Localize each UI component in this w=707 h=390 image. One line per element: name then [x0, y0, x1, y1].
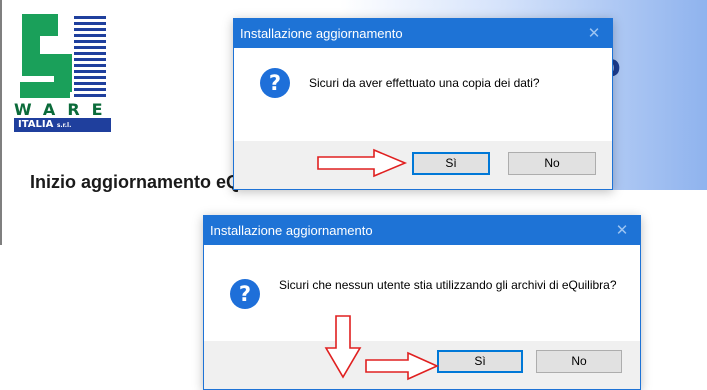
no-button[interactable]: No — [536, 350, 622, 373]
close-icon[interactable]: ✕ — [584, 19, 604, 48]
question-icon: ? — [260, 68, 290, 98]
dialog-body — [204, 245, 640, 343]
logo-band: ITALIA s.r.l. — [14, 118, 111, 132]
dialog-titlebar: Installazione aggiornamento ✕ — [204, 216, 640, 245]
dialog-title: Installazione aggiornamento — [240, 26, 403, 41]
dialog-titlebar: Installazione aggiornamento ✕ — [234, 19, 612, 48]
close-icon[interactable]: ✕ — [612, 216, 632, 245]
confirm-users-dialog: Installazione aggiornamento ✕ ? Sicuri c… — [203, 215, 641, 390]
yes-button[interactable]: Sì — [437, 350, 523, 373]
logo-wordmark: WARE — [14, 100, 115, 119]
confirm-backup-dialog: Installazione aggiornamento ✕ ? Sicuri d… — [233, 18, 613, 190]
no-button[interactable]: No — [508, 152, 596, 175]
logo-band-suffix: s.r.l. — [56, 122, 72, 129]
window-edge — [0, 0, 2, 245]
dialog-title: Installazione aggiornamento — [210, 223, 373, 238]
dialog-message: Sicuri che nessun utente stia utilizzand… — [279, 278, 617, 292]
logo-band-main: ITALIA — [18, 119, 54, 130]
yes-button[interactable]: Sì — [412, 152, 490, 175]
dialog-message: Sicuri da aver effettuato una copia dei … — [309, 76, 540, 90]
question-icon: ? — [230, 279, 260, 309]
dialog-body — [234, 48, 612, 143]
